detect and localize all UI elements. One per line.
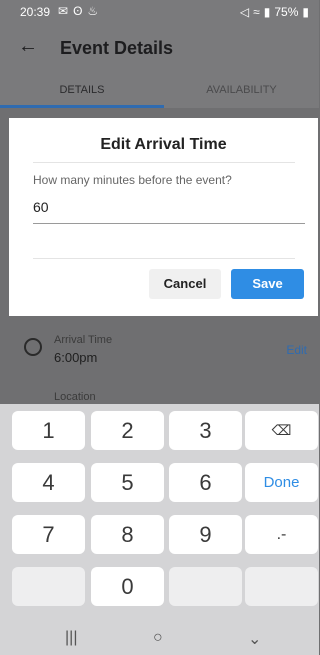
signal-icon: ▮ bbox=[263, 5, 271, 19]
dialog-question: How many minutes before the event? bbox=[33, 173, 232, 187]
done-key[interactable]: Done bbox=[245, 463, 318, 502]
key-9[interactable]: 9 bbox=[169, 515, 242, 554]
battery-icon: ▮ bbox=[302, 5, 309, 19]
key-2[interactable]: 2 bbox=[91, 411, 164, 450]
dialog-divider bbox=[33, 258, 295, 259]
key-7[interactable]: 7 bbox=[12, 515, 85, 554]
mail-icon: ✉ bbox=[58, 4, 69, 18]
status-bar: 20:39 ✉ ʘ ♨ ◁ ≈ ▮ 75% ▮ bbox=[0, 0, 319, 24]
cancel-button[interactable]: Cancel bbox=[149, 269, 221, 299]
input-underline bbox=[33, 223, 305, 224]
status-system-icons: ◁ ≈ ▮ 75% ▮ bbox=[240, 5, 309, 19]
clock-icon bbox=[24, 338, 42, 356]
minutes-input[interactable]: 60 bbox=[33, 199, 49, 215]
tab-details[interactable]: DETAILS bbox=[0, 84, 164, 96]
edit-arrival-dialog: Edit Arrival Time How many minutes befor… bbox=[9, 118, 318, 316]
tab-indicator bbox=[0, 105, 164, 108]
arrival-time-value: 6:00pm bbox=[54, 350, 98, 365]
fire-icon: ♨ bbox=[87, 4, 99, 18]
battery-percent: 75% bbox=[274, 5, 299, 19]
status-time: 20:39 bbox=[20, 5, 51, 19]
recent-apps-icon[interactable]: ||| bbox=[65, 629, 77, 647]
key-6[interactable]: 6 bbox=[169, 463, 242, 502]
backspace-icon[interactable]: ⌫ bbox=[245, 411, 318, 450]
page-title: Event Details bbox=[60, 38, 174, 58]
key-4[interactable]: 4 bbox=[12, 463, 85, 502]
key-8[interactable]: 8 bbox=[91, 515, 164, 554]
key-empty-left bbox=[12, 567, 85, 606]
home-icon[interactable]: ○ bbox=[153, 629, 163, 647]
dialog-title: Edit Arrival Time bbox=[100, 136, 227, 153]
location-label: Location bbox=[54, 391, 96, 403]
status-notification-icons: ✉ ʘ ♨ bbox=[58, 4, 98, 18]
tab-availability[interactable]: AVAILABILITY bbox=[164, 84, 319, 96]
app-bar: ← Event Details bbox=[0, 24, 319, 70]
mute-icon: ◁ bbox=[239, 5, 250, 19]
back-chevron-icon[interactable]: ⌄ bbox=[248, 629, 261, 649]
back-arrow-icon[interactable]: ← bbox=[18, 35, 38, 58]
bluetooth-icon: ʘ bbox=[73, 4, 83, 18]
key-5[interactable]: 5 bbox=[91, 463, 164, 502]
save-button[interactable]: Save bbox=[231, 269, 304, 299]
wifi-icon: ≈ bbox=[253, 5, 260, 19]
edit-link[interactable]: Edit bbox=[286, 343, 307, 357]
tab-bar: DETAILS AVAILABILITY bbox=[0, 70, 319, 108]
numeric-keyboard: 1 2 3 ⌫ 4 5 6 Done 7 8 9 .- 0 bbox=[0, 404, 319, 655]
key-3[interactable]: 3 bbox=[169, 411, 242, 450]
key-dot-dash[interactable]: .- bbox=[245, 515, 318, 554]
key-0[interactable]: 0 bbox=[91, 567, 164, 606]
arrival-time-row: Arrival Time 6:00pm Edit bbox=[0, 330, 319, 380]
dialog-divider bbox=[33, 162, 295, 163]
key-1[interactable]: 1 bbox=[12, 411, 85, 450]
key-empty-right bbox=[245, 567, 318, 606]
arrival-time-label: Arrival Time bbox=[54, 334, 113, 346]
key-empty-mid bbox=[169, 567, 242, 606]
nav-bar: ||| ○ ⌄ bbox=[0, 621, 319, 655]
